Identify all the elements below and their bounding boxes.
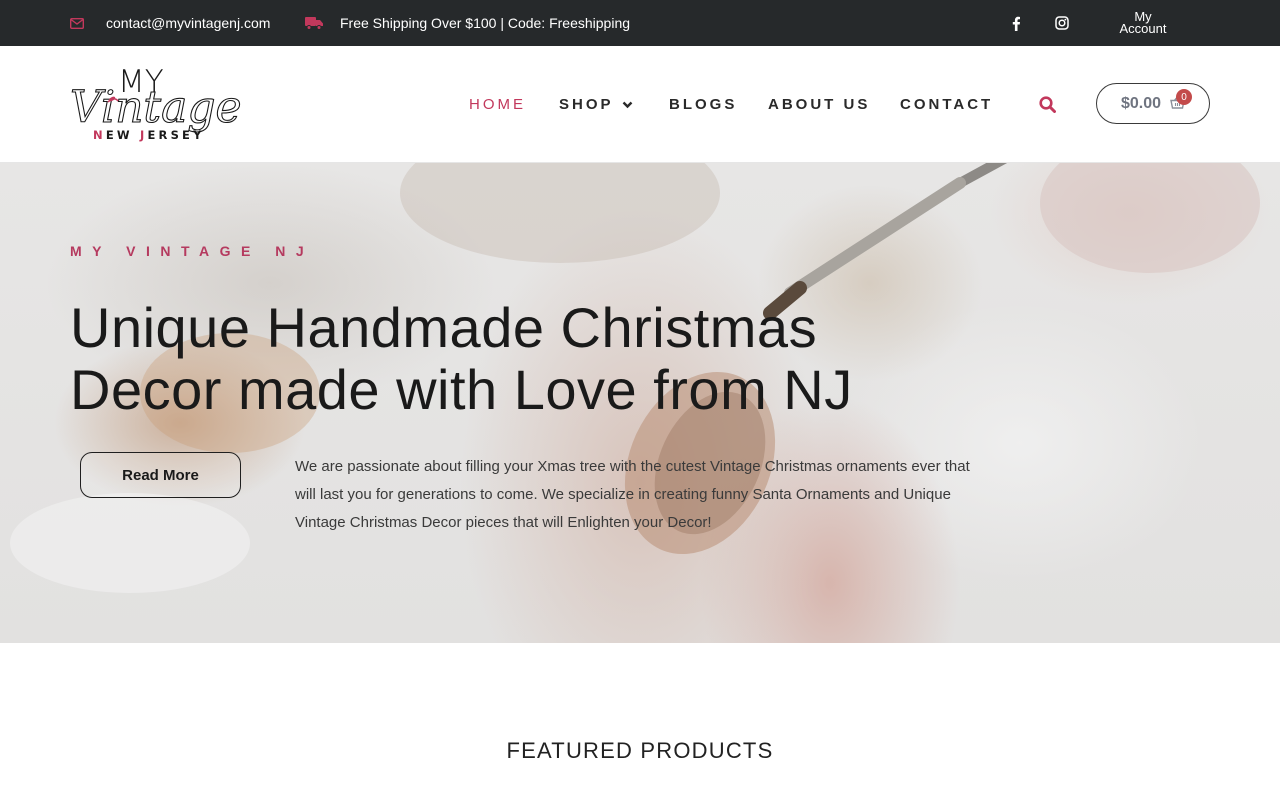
site-logo[interactable]: MY Vintage NEW JERSEY — [68, 62, 273, 142]
svg-text:NEW JERSEY: NEW JERSEY — [93, 128, 205, 142]
nav-about-us[interactable]: ABOUT US — [768, 94, 870, 114]
cart-total: $0.00 — [1121, 94, 1162, 112]
read-more-button[interactable]: Read More — [80, 452, 241, 498]
nav-contact-label: CONTACT — [900, 95, 994, 113]
hero-section: MY VINTAGE NJ Unique Handmade Christmas … — [0, 163, 1280, 643]
chevron-down-icon — [622, 96, 633, 113]
truck-icon — [305, 0, 323, 46]
contact-email-link[interactable]: contact@myvintagenj.com — [106, 0, 270, 46]
cart-count-badge: 0 — [1176, 89, 1192, 105]
svg-text:Vintage: Vintage — [70, 82, 242, 133]
search-icon[interactable] — [1036, 93, 1058, 115]
cart-button[interactable]: $0.00 0 — [1096, 83, 1210, 124]
nav-home-label: HOME — [469, 95, 526, 113]
hero-description: We are passionate about filling your Xma… — [295, 458, 970, 531]
nav-shop[interactable]: SHOP — [559, 94, 633, 114]
nav-blogs-label: BLOGS — [669, 95, 738, 113]
my-account-line2: Account — [1119, 21, 1167, 36]
nav-home[interactable]: HOME — [469, 94, 526, 114]
nav-blogs[interactable]: BLOGS — [669, 94, 737, 114]
my-account-link[interactable]: My Account — [1105, 0, 1181, 46]
top-bar: contact@myvintagenj.com Free Shipping Ov… — [0, 0, 1280, 46]
featured-products-heading: FEATURED PRODUCTS — [506, 738, 774, 763]
envelope-icon — [70, 0, 84, 46]
instagram-icon[interactable] — [1055, 0, 1069, 46]
site-header: MY Vintage NEW JERSEY HOME SHOP BLOGS AB… — [0, 46, 1280, 163]
hero-title-line2: Decor made with Love from NJ — [70, 358, 853, 421]
featured-products-section: FEATURED PRODUCTS — [0, 643, 1280, 800]
hero-title-line1: Unique Handmade Christmas — [70, 296, 818, 359]
nav-about-label: ABOUT US — [768, 95, 871, 113]
logo-graphic: MY Vintage NEW JERSEY — [69, 64, 242, 142]
nav-contact[interactable]: CONTACT — [900, 94, 993, 114]
facebook-icon[interactable] — [1011, 0, 1021, 46]
nav-shop-label: SHOP — [559, 95, 614, 113]
hero-kicker: MY VINTAGE NJ — [70, 243, 315, 259]
hero-title: Unique Handmade Christmas Decor made wit… — [70, 297, 930, 421]
shipping-notice: Free Shipping Over $100 | Code: Freeship… — [340, 15, 631, 31]
